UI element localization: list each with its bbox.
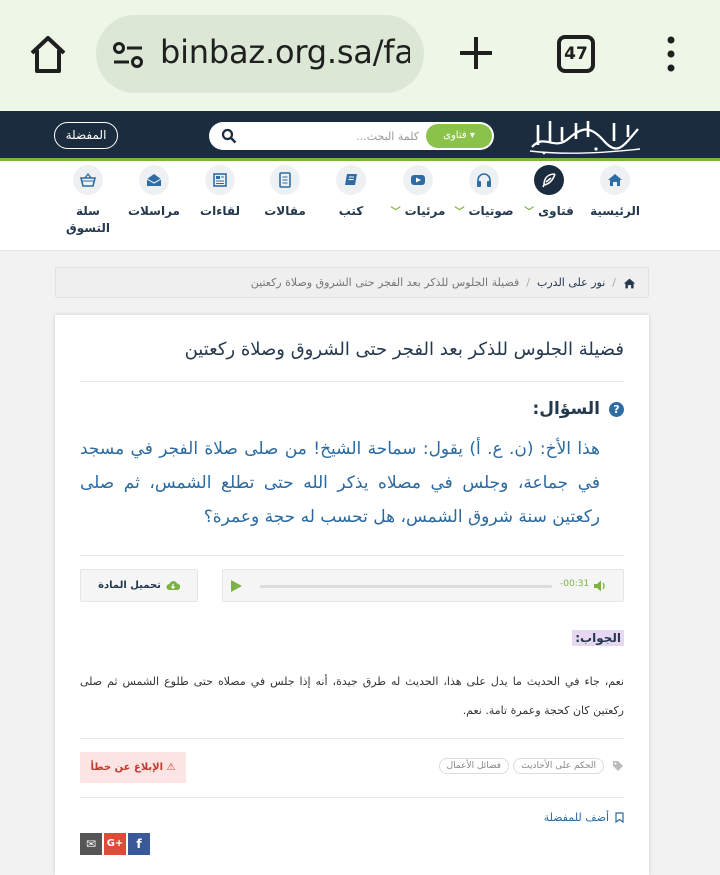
search-bar: فتاوى ▾ bbox=[209, 122, 494, 150]
question-heading: ? السؤال: bbox=[532, 399, 624, 419]
report-error-button[interactable]: ⚠ الإبلاغ عن خطأ bbox=[80, 752, 186, 783]
search-icon[interactable] bbox=[221, 128, 237, 144]
tag-list: الحكم على الأحاديث فضائل الأعمال bbox=[435, 758, 624, 774]
url-text[interactable]: binbaz.org.sa/fat bbox=[160, 33, 410, 71]
nav-label-text: صوتيات bbox=[468, 204, 514, 218]
googleplus-share-icon[interactable]: G+ bbox=[104, 833, 126, 855]
question-label: السؤال: bbox=[532, 399, 600, 419]
tab-switcher-button[interactable]: 47 bbox=[557, 35, 595, 73]
book-icon bbox=[345, 174, 357, 185]
question-circle-icon: ? bbox=[609, 401, 624, 417]
nav-label-text: فتاوى bbox=[538, 204, 574, 218]
search-type-label: فتاوى bbox=[443, 130, 467, 141]
browser-toolbar: binbaz.org.sa/fat 47 bbox=[0, 0, 720, 111]
bookmark-icon bbox=[615, 812, 624, 823]
main-nav: الرئيسية فتاوى﹀ صوتيات﹀ مرئيات﹀ كتب مقال… bbox=[0, 161, 720, 251]
headphones-icon bbox=[477, 173, 491, 187]
site-logo[interactable] bbox=[524, 115, 644, 157]
more-menu-icon[interactable] bbox=[664, 36, 678, 72]
audio-player: -00:31 bbox=[222, 569, 624, 602]
envelope-open-icon bbox=[146, 174, 162, 186]
site-settings-icon[interactable] bbox=[112, 42, 144, 68]
home-icon[interactable] bbox=[623, 277, 636, 290]
youtube-icon bbox=[411, 175, 425, 185]
page-title: فضيلة الجلوس للذكر بعد الفجر حتى الشروق … bbox=[184, 339, 624, 360]
chevron-down-icon: ﹀ bbox=[524, 207, 535, 218]
tag-item[interactable]: الحكم على الأحاديث bbox=[513, 758, 604, 774]
volume-icon[interactable] bbox=[593, 579, 607, 593]
basket-icon bbox=[80, 172, 96, 187]
home-icon[interactable] bbox=[28, 33, 68, 75]
breadcrumb: / نور على الدرب / فضيلة الجلوس للذكر بعد ال… bbox=[55, 267, 649, 298]
add-favorite-label: أضف للمفضلة bbox=[543, 811, 609, 824]
fatwa-card: فضيلة الجلوس للذكر بعد الفجر حتى الشروق … bbox=[55, 315, 649, 875]
download-button[interactable]: تحميل المادة bbox=[80, 569, 198, 602]
audio-time: -00:31 bbox=[560, 579, 590, 589]
email-share-icon[interactable]: ✉ bbox=[80, 833, 102, 855]
home-icon bbox=[608, 174, 622, 186]
nav-item-cart[interactable]: سلة التسوق bbox=[48, 165, 128, 237]
download-label: تحميل المادة bbox=[98, 580, 161, 591]
divider bbox=[80, 738, 624, 739]
cloud-download-icon bbox=[166, 580, 180, 590]
favorites-button[interactable]: المفضلة bbox=[54, 122, 118, 149]
feather-icon bbox=[542, 173, 556, 188]
add-favorite-link[interactable]: أضف للمفضلة bbox=[544, 811, 624, 824]
search-type-dropdown[interactable]: فتاوى ▾ bbox=[426, 124, 492, 148]
divider bbox=[80, 381, 624, 382]
answer-text: نعم، جاء في الحديث ما يدل على هذا، الحدي… bbox=[80, 675, 624, 717]
chevron-down-icon: ﹀ bbox=[390, 207, 401, 218]
tag-item[interactable]: فضائل الأعمال bbox=[438, 758, 510, 774]
divider bbox=[80, 555, 624, 556]
breadcrumb-current: فضيلة الجلوس للذكر بعد الفجر حتى الشروق … bbox=[250, 276, 520, 289]
answer-label: الجواب: bbox=[572, 630, 624, 646]
nav-label-text: مرئيات bbox=[404, 204, 446, 218]
search-input[interactable] bbox=[247, 124, 427, 148]
newspaper-icon bbox=[213, 173, 227, 187]
facebook-share-icon[interactable]: f bbox=[128, 833, 150, 855]
play-icon[interactable] bbox=[231, 580, 242, 592]
breadcrumb-item[interactable]: نور على الدرب bbox=[537, 276, 605, 289]
audio-progress-bar[interactable] bbox=[260, 585, 552, 588]
document-icon bbox=[279, 172, 291, 188]
new-tab-icon[interactable] bbox=[458, 35, 494, 71]
divider bbox=[80, 797, 624, 798]
breadcrumb-separator: / bbox=[526, 276, 530, 289]
question-text: هذا الأخ: (ن. ع. أ) يقول: سماحة الشيخ! م… bbox=[80, 439, 600, 527]
share-buttons: ✉ G+ f bbox=[80, 833, 152, 855]
address-bar[interactable]: binbaz.org.sa/fat bbox=[96, 15, 424, 93]
breadcrumb-separator: / bbox=[612, 276, 616, 289]
site-header: المفضلة فتاوى ▾ bbox=[0, 111, 720, 161]
nav-label: سلة التسوق bbox=[66, 204, 110, 235]
tag-icon bbox=[613, 761, 623, 771]
